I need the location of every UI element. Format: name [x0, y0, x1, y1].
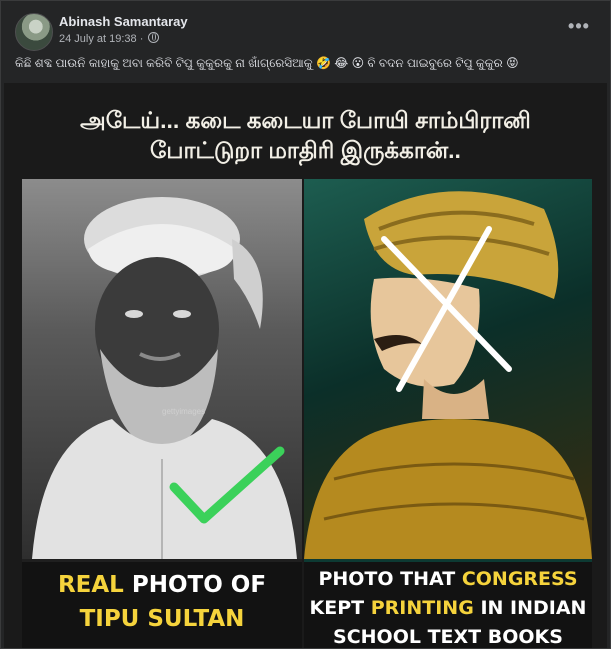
- left-caption-real: REAL: [57, 572, 124, 598]
- right-caption-line-1: PHOTO THAT CONGRESS: [304, 568, 592, 590]
- image-headline: அடேய்... கடை கடையா போயி சாம்பிரானி போட்ட…: [4, 105, 607, 165]
- post-header: Abinash Samantaray 24 July at 19:38 · ••…: [15, 13, 600, 53]
- left-caption-photo-of: PHOTO OF: [131, 572, 267, 598]
- more-options-button[interactable]: •••: [566, 17, 592, 39]
- post-meta: 24 July at 19:38 ·: [59, 32, 160, 45]
- cross-mark-icon: [381, 226, 512, 392]
- right-caption-line-3: SCHOOL TEXT BOOKS: [333, 626, 563, 648]
- globe-icon: [148, 32, 160, 43]
- right-caption-box: PHOTO THAT CONGRESS KEPT PRINTING IN IND…: [304, 562, 592, 648]
- elderly-man-photo: gettyimages: [22, 179, 302, 559]
- facebook-post: Abinash Samantaray 24 July at 19:38 · ••…: [0, 0, 611, 649]
- left-caption-line-2: TIPU SULTAN: [79, 606, 245, 632]
- left-photo-panel: gettyimages REAL PHOTO OF TIPU SULTAN: [22, 179, 302, 648]
- painted-portrait: [304, 179, 592, 559]
- right-photo-panel: PHOTO THAT CONGRESS KEPT PRINTING IN IND…: [304, 179, 592, 648]
- author-name[interactable]: Abinash Samantaray: [59, 14, 188, 29]
- right-caption-printing: PRINTING: [370, 597, 474, 619]
- avatar[interactable]: [15, 13, 53, 51]
- headline-line-1: அடேய்... கடை கடையா போயி சாம்பிரானி: [80, 107, 531, 133]
- left-caption-box: REAL PHOTO OF TIPU SULTAN: [22, 562, 302, 648]
- post-caption: କିଛି ଶବ୍ଦ ପାଉନି କାହାକୁ ଅବା କରିବି ଟିପୁ କୁ…: [15, 56, 519, 70]
- right-caption-congress: CONGRESS: [461, 568, 578, 590]
- right-caption-in-indian: IN INDIAN: [480, 597, 587, 619]
- left-caption-line-1: REAL PHOTO OF: [22, 572, 302, 598]
- check-mark-icon: [169, 446, 285, 524]
- headline-line-2: போட்டுறா மாதிரி இருக்கான்..: [150, 137, 461, 163]
- post-image[interactable]: அடேய்... கடை கடையா போயி சாம்பிரானி போட்ட…: [4, 83, 607, 648]
- right-caption-kept: KEPT: [309, 597, 365, 619]
- right-caption-photo-that: PHOTO THAT: [318, 568, 456, 590]
- separator: ·: [139, 33, 147, 45]
- right-caption-line-2: KEPT PRINTING IN INDIAN: [304, 597, 592, 619]
- post-timestamp[interactable]: 24 July at 19:38: [59, 33, 137, 45]
